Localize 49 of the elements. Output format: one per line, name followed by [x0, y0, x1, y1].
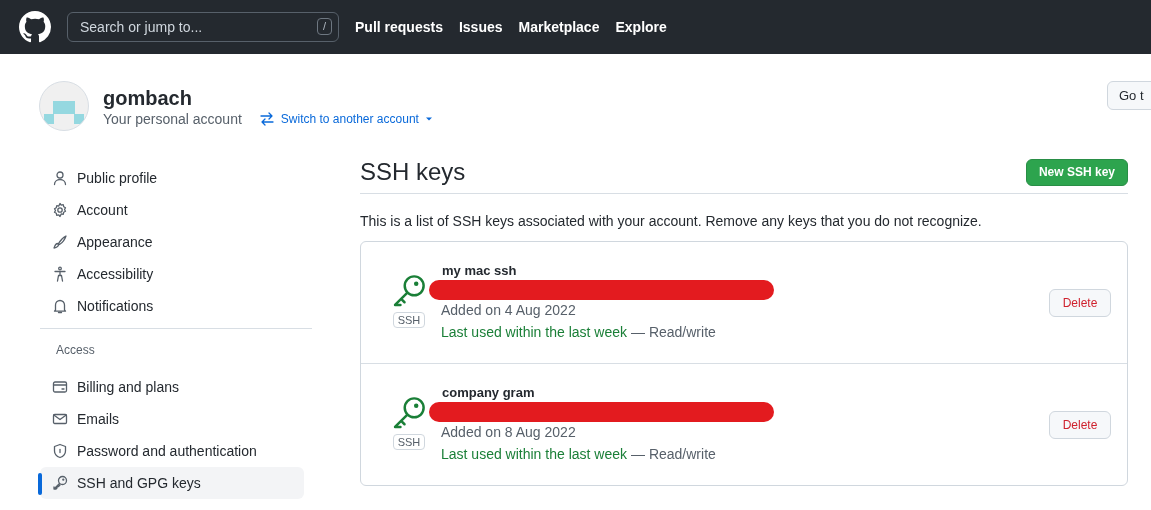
section-heading: Access — [55, 343, 96, 359]
key-icon — [391, 273, 427, 309]
delete-button[interactable]: Delete — [1049, 410, 1111, 439]
avatar — [39, 81, 89, 131]
switch-account-link[interactable]: Switch to another account — [258, 111, 433, 127]
nav-link[interactable]: Marketplace — [518, 19, 600, 35]
delete-button[interactable]: Delete — [1049, 288, 1111, 317]
accessibility-icon — [52, 266, 68, 282]
added-date: Added on 4 Aug 2022 — [441, 300, 577, 320]
shortcut-key: / — [316, 18, 332, 35]
github-logo-icon[interactable] — [19, 11, 51, 43]
key-title: my mac ssh — [442, 262, 518, 279]
sidebar-item[interactable]: Emails — [40, 403, 304, 435]
sidebar-item[interactable]: Accessibility — [40, 258, 304, 290]
access-level: — Read/write — [631, 323, 716, 340]
key-type-label: SSH — [392, 434, 426, 450]
sidebar-item[interactable]: Account — [40, 194, 304, 226]
person-icon — [52, 170, 68, 186]
sidebar-item[interactable]: Public profile — [40, 162, 304, 194]
selection-indicator — [38, 473, 42, 495]
key-title: company gram — [442, 384, 536, 401]
key-type-label: SSH — [392, 312, 426, 328]
key-icon — [391, 395, 427, 431]
sidebar-item[interactable]: Billing and plans — [40, 371, 304, 403]
mail-icon — [52, 411, 68, 427]
paintbrush-icon — [52, 234, 68, 250]
username: gombach — [103, 86, 193, 111]
credit-card-icon — [52, 379, 68, 395]
added-date: Added on 8 Aug 2022 — [441, 422, 577, 442]
sidebar-item[interactable]: Appearance — [40, 226, 304, 258]
nav-link[interactable]: Issues — [458, 19, 503, 35]
switch-icon — [258, 111, 275, 127]
caret-icon — [424, 115, 433, 123]
sidebar-item[interactable]: Password and authentication — [40, 435, 304, 467]
access-level: — Read/write — [631, 445, 716, 462]
sidebar-item[interactable]: Notifications — [40, 290, 304, 322]
last-used-text: Last used within the last week — [441, 323, 627, 340]
settings-icon — [52, 202, 68, 218]
account-subtitle: Your personal account — [103, 111, 242, 127]
key-icon — [52, 475, 68, 491]
last-used-text: Last used within the last week — [441, 445, 627, 462]
description-text: This is a list of SSH keys associated with your account. Remove any keys that you do not recognize. — [360, 213, 983, 229]
bell-icon — [52, 298, 68, 314]
shield-icon — [52, 443, 68, 459]
nav-link[interactable]: Explore — [615, 19, 667, 35]
go-to-profile-button[interactable]: Go t — [1107, 80, 1151, 110]
nav-link[interactable]: Pull requests — [355, 19, 443, 35]
page-title: SSH keys — [360, 158, 466, 186]
sidebar-item[interactable]: SSH and GPG keys — [40, 467, 304, 499]
